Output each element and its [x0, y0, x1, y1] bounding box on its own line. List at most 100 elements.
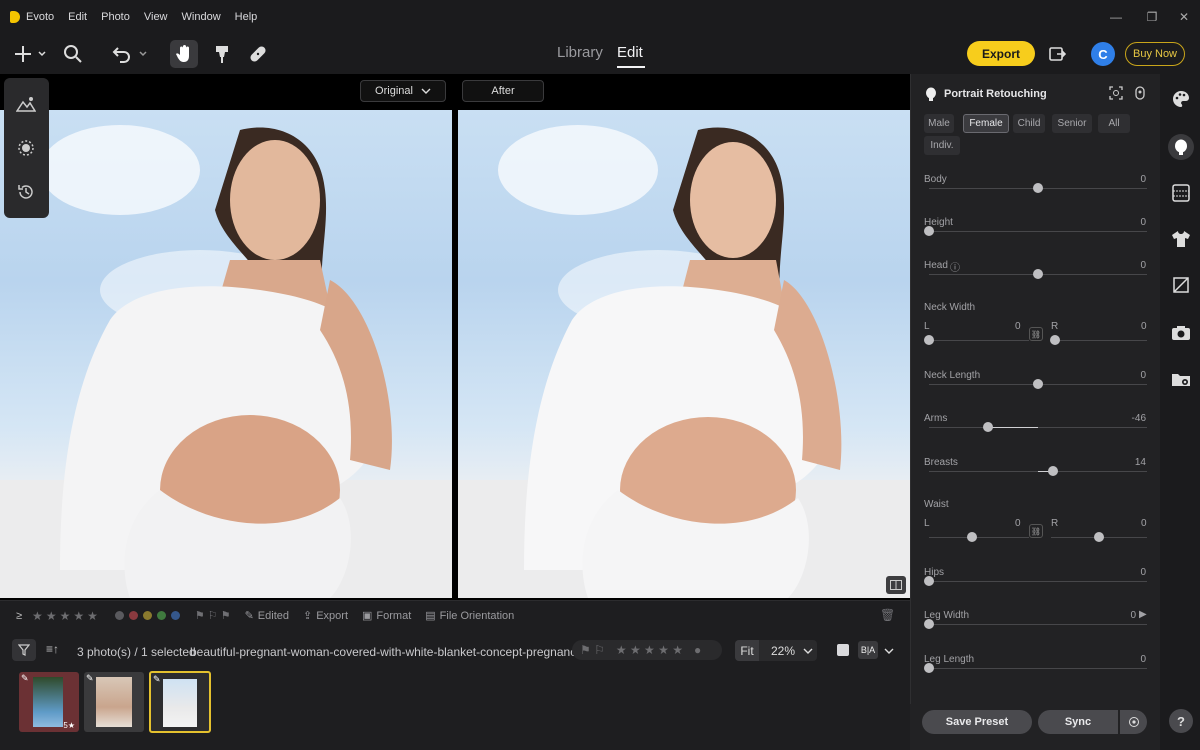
slider-knob[interactable] [1033, 379, 1043, 389]
star-icon[interactable]: ★ [73, 609, 84, 623]
chip-all[interactable]: All [1098, 114, 1130, 133]
chip-senior[interactable]: Senior [1052, 114, 1092, 133]
portrait-retouch-tab[interactable] [1168, 134, 1194, 160]
star-icon[interactable]: ★ [32, 609, 43, 623]
info-icon[interactable]: ⓘ [950, 259, 960, 274]
star-icon[interactable]: ★ [46, 609, 57, 623]
compare-view-icon[interactable] [886, 576, 906, 594]
fit-button[interactable]: Fit [735, 640, 759, 661]
slider-knob[interactable] [924, 576, 934, 586]
slider-knob[interactable] [1048, 466, 1059, 476]
after-photo[interactable] [458, 110, 910, 598]
menu-view[interactable]: View [144, 11, 168, 23]
body-detect-icon[interactable] [1134, 86, 1146, 103]
star-icon[interactable]: ★ [87, 609, 98, 623]
filter-compare-icon[interactable]: ≥ [16, 610, 22, 622]
export-button[interactable]: Export [967, 41, 1035, 66]
chip-indiv[interactable]: Indiv. [924, 136, 960, 155]
original-dropdown[interactable]: Original [360, 80, 446, 102]
after-label[interactable]: After [462, 80, 544, 102]
menu-photo[interactable]: Photo [101, 11, 130, 23]
color-label-blue[interactable] [170, 611, 180, 620]
filter-icon[interactable] [12, 639, 36, 661]
chevron-down-icon[interactable] [884, 644, 894, 658]
orientation-filter[interactable]: ▤ File Orientation [425, 609, 514, 623]
slider-track-left[interactable] [929, 340, 1029, 341]
chip-male[interactable]: Male [924, 114, 954, 133]
thumbnail-3-selected[interactable]: ✎ [149, 671, 211, 733]
original-photo[interactable] [0, 110, 452, 598]
export-filter[interactable]: ⇪ Export [303, 609, 348, 623]
palette-icon[interactable] [1170, 88, 1192, 110]
save-preset-button[interactable]: Save Preset [922, 710, 1032, 734]
camera-icon[interactable] [1170, 322, 1192, 344]
history-icon[interactable] [14, 180, 38, 204]
tab-library[interactable]: Library [557, 44, 603, 61]
undo-icon[interactable] [110, 42, 150, 66]
search-icon[interactable] [62, 42, 84, 66]
close-icon[interactable]: ✕ [1166, 0, 1200, 34]
sync-button[interactable]: Sync [1038, 710, 1118, 734]
slider-knob-right[interactable] [1094, 532, 1104, 542]
edited-filter[interactable]: ✎ Edited [245, 609, 289, 623]
compare-divider[interactable] [452, 110, 458, 598]
zoom-control[interactable]: Fit 22% [735, 640, 817, 661]
slider-knob-right[interactable] [1050, 335, 1060, 345]
help-icon[interactable]: ? [1169, 709, 1193, 733]
minimize-icon[interactable]: — [1098, 0, 1134, 34]
link-icon[interactable]: ⛓ [1029, 524, 1043, 538]
color-label-yellow[interactable] [142, 611, 152, 620]
before-after-icon[interactable]: B|A [858, 641, 878, 659]
flag-icon[interactable]: ⚑ ⚐ ⚑ [195, 609, 231, 622]
slider-track[interactable] [929, 624, 1147, 625]
slider-track-right[interactable] [1051, 340, 1147, 341]
sync-settings-icon[interactable] [1120, 710, 1147, 734]
expand-arrow-icon[interactable]: ▶ [1139, 609, 1147, 620]
crop-icon[interactable] [1170, 274, 1192, 296]
slider-knob-left[interactable] [924, 335, 934, 345]
chip-child[interactable]: Child [1013, 114, 1045, 133]
slider-knob[interactable] [1033, 183, 1043, 193]
texture-icon[interactable] [14, 136, 38, 160]
menu-edit[interactable]: Edit [68, 11, 87, 23]
trash-icon[interactable]: 🗑 [880, 608, 895, 622]
add-icon[interactable] [12, 42, 48, 66]
star-icon[interactable]: ★ [60, 609, 71, 623]
avatar[interactable]: C [1091, 42, 1115, 66]
bandage-icon[interactable] [246, 42, 270, 66]
landscape-icon[interactable] [14, 92, 38, 116]
slider-track-left[interactable] [929, 537, 1029, 538]
chip-female[interactable]: Female [963, 114, 1009, 133]
tab-edit[interactable]: Edit [617, 44, 643, 61]
buy-now-button[interactable]: Buy Now [1125, 42, 1185, 66]
face-detect-icon[interactable] [1109, 86, 1123, 103]
menu-help[interactable]: Help [235, 11, 258, 23]
slider-knob[interactable] [924, 226, 934, 236]
slider-knob-left[interactable] [967, 532, 977, 542]
share-panel-icon[interactable] [1046, 42, 1068, 66]
slider-knob[interactable] [982, 422, 993, 432]
slider-knob[interactable] [1033, 269, 1043, 279]
clothing-icon[interactable] [1170, 228, 1192, 250]
single-view-icon[interactable] [837, 644, 849, 656]
thumbnail-1[interactable]: ✎ 5★ [19, 672, 79, 732]
sort-icon[interactable]: ≡↑ [46, 642, 59, 656]
color-label-green[interactable] [156, 611, 166, 620]
quick-rating-bar[interactable]: ⚑ ⚐ ★ ★ ★ ★ ★ ● [572, 640, 722, 660]
color-label-red[interactable] [128, 611, 138, 620]
link-icon[interactable]: ⛓ [1029, 327, 1043, 341]
slider-track[interactable] [929, 581, 1147, 582]
slider-knob[interactable] [924, 663, 934, 673]
restore-icon[interactable]: ❐ [1134, 0, 1170, 34]
slider-track[interactable] [929, 668, 1147, 669]
slider-track[interactable] [929, 231, 1147, 232]
thumbnail-2[interactable]: ✎ [84, 672, 144, 732]
brush-icon[interactable] [211, 42, 233, 66]
slider-track[interactable] [929, 427, 1147, 428]
slider-knob[interactable] [924, 619, 934, 629]
format-filter[interactable]: ▣ Format [362, 609, 411, 623]
gradient-icon[interactable] [1170, 182, 1192, 204]
menu-window[interactable]: Window [182, 11, 221, 23]
color-label-gray[interactable] [114, 611, 124, 620]
folder-eye-icon[interactable] [1170, 368, 1192, 390]
